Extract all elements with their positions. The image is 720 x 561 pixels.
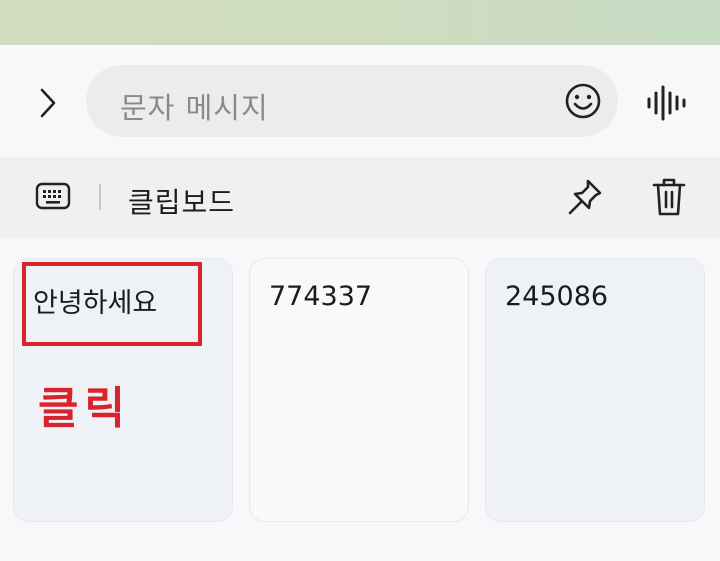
click-annotation-label: 클릭 <box>38 383 131 434</box>
voice-wave-icon <box>644 83 688 123</box>
pin-icon <box>566 177 604 217</box>
compose-bar: 문자 메시지 <box>0 45 720 157</box>
clipboard-item[interactable]: 245086 <box>485 258 705 522</box>
message-input[interactable]: 문자 메시지 <box>86 65 618 137</box>
expand-button[interactable] <box>30 85 66 121</box>
keyboard-icon <box>35 181 71 211</box>
click-highlight-box <box>22 262 202 346</box>
keyboard-button[interactable] <box>35 181 71 211</box>
emoji-button[interactable] <box>564 82 602 120</box>
chevron-right-icon <box>38 87 58 119</box>
top-gradient-strip <box>0 0 720 45</box>
trash-icon <box>650 177 688 217</box>
emoji-icon <box>564 82 602 120</box>
pin-button[interactable] <box>566 177 604 217</box>
message-input-placeholder: 문자 메시지 <box>120 91 269 125</box>
clipboard-title: 클립보드 <box>128 186 236 219</box>
toolbar-divider <box>99 184 101 210</box>
delete-button[interactable] <box>650 177 688 217</box>
clipboard-item-text: 774337 <box>269 281 373 312</box>
clipboard-item-text: 245086 <box>505 281 609 312</box>
clipboard-toolbar: 클립보드 <box>0 157 720 238</box>
voice-input-button[interactable] <box>644 83 688 123</box>
clipboard-item[interactable]: 774337 <box>249 258 469 522</box>
